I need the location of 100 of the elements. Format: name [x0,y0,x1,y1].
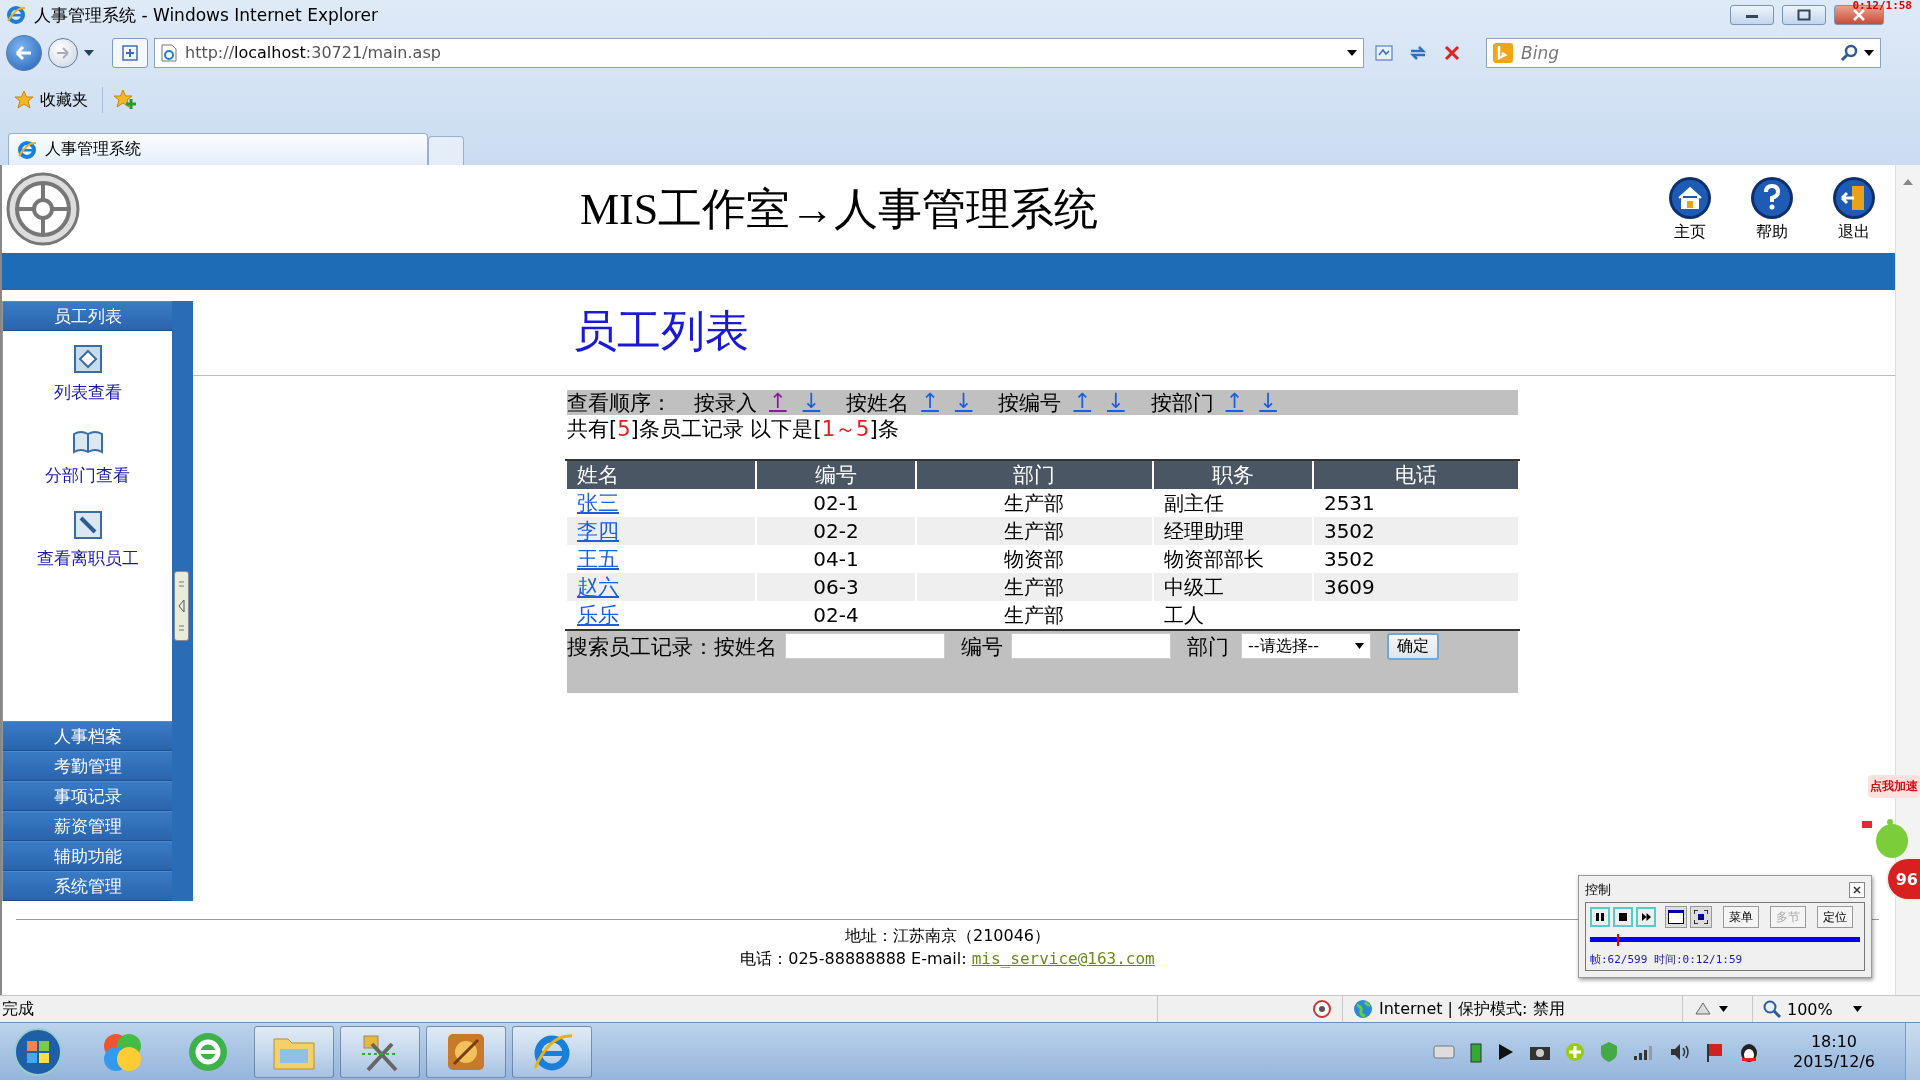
privacy-icon[interactable] [1312,999,1332,1019]
sidebar-section-header[interactable]: 薪资管理 [3,811,172,841]
panel-title: 控制 [1585,881,1611,899]
pencil-icon [71,509,104,541]
help-link[interactable]: 帮助 [1731,175,1813,243]
taskbar-button[interactable] [512,1025,592,1078]
battery-icon[interactable] [1468,1040,1483,1063]
sort-option-label: 按录入 [694,389,757,417]
page-icon [161,43,177,62]
house-icon [1668,175,1712,220]
settings-icon[interactable] [1693,1000,1713,1018]
search-box[interactable]: Bing [1486,37,1881,68]
play-icon[interactable] [1496,1041,1515,1062]
recording-time: 0:12/1:58 [1852,0,1912,12]
sidebar-section-header[interactable]: 考勤管理 [3,751,172,781]
table-cell: 02-1 [813,491,859,515]
contact-text: 电话：025-88888888 E-mail: mis_service@163.com [740,949,1155,970]
sidebar-item[interactable]: 分部门查看 [45,426,130,487]
window-size-button[interactable] [1665,906,1687,928]
dropdown-icon[interactable] [1864,49,1874,56]
minimize-button[interactable] [1730,5,1774,25]
sidebar-section-header[interactable]: 员工列表 [3,301,172,331]
taskbar-button[interactable] [254,1025,334,1078]
dropdown-icon[interactable] [1347,49,1357,56]
exit-link[interactable]: 退出 [1813,175,1895,243]
forward-button[interactable] [48,37,78,68]
sidebar-section-header[interactable]: 人事档案 [3,721,172,751]
fast-forward-button[interactable] [1636,907,1656,927]
clock[interactable]: 18:10 2015/12/6 [1792,1031,1875,1072]
table-cell: 02-2 [813,519,859,543]
pause-icon [1596,913,1604,921]
maximize-button[interactable] [1782,5,1826,25]
search-icon[interactable] [1840,43,1858,62]
window-icon [1668,910,1684,924]
sort-arrow-link[interactable]: ↑ [765,388,791,417]
stop-icon [1444,44,1460,61]
collapse-handle[interactable] [174,571,189,641]
dropdown-icon[interactable] [1719,1006,1728,1012]
plus-icon [122,44,138,61]
email-link[interactable]: mis_service@163.com [971,949,1155,968]
progress-track[interactable] [1590,934,1860,948]
close-button[interactable] [1849,882,1865,898]
sort-arrow-link[interactable]: ↓ [1103,388,1129,417]
sidebar-section-header[interactable]: 系统管理 [3,871,172,901]
speed-badge[interactable]: 96 [1886,857,1920,901]
sidebar-section-header[interactable]: 事项记录 [3,781,172,811]
employee-name-link[interactable]: 王五 [577,547,619,571]
employee-name-link[interactable]: 乐乐 [577,603,619,627]
table-cell: 06-3 [813,575,859,599]
name-input-field[interactable] [785,633,945,659]
sort-arrow-link[interactable]: ↑ [917,388,943,417]
back-button[interactable] [6,34,42,71]
table-cell: 生产部 [1004,490,1065,515]
pause-button[interactable] [1590,907,1610,927]
dropdown-icon[interactable] [84,49,94,56]
favorites-button[interactable]: 收藏夹 [10,87,92,113]
search-field[interactable]: Bing [1519,41,1834,64]
dropdown-icon[interactable] [1852,1006,1862,1012]
address-field[interactable]: http://localhost:30721/main.asp [154,37,1364,68]
list-icon [71,343,104,375]
table-cell: 3609 [1323,575,1375,599]
ad-bubble[interactable]: 点我加速 [1868,775,1920,798]
sort-arrow-link[interactable]: ↑ [1069,388,1096,417]
logo-icon [6,172,80,246]
sort-arrow-link[interactable]: ↑ [1221,388,1248,417]
confirm-button[interactable]: 确定 [1387,633,1439,660]
sort-arrow-link[interactable]: ↓ [950,388,977,417]
zoom-level[interactable]: 100% [1787,999,1833,1019]
taskbar-button[interactable] [340,1025,420,1078]
sidebar-section-header[interactable]: 辅助功能 [3,841,172,871]
add-favorite-icon[interactable] [113,89,137,111]
department-select[interactable]: --请选择-- [1241,633,1371,659]
door-icon [1832,175,1876,220]
sidebar-item[interactable]: 查看离职员工 [36,509,139,570]
table-cell: 物资部部长 [1163,546,1264,571]
employee-name-link[interactable]: 李四 [577,519,619,543]
start-orb-icon [13,1026,63,1077]
fullscreen-button[interactable] [1690,906,1712,928]
new-page-button[interactable] [112,37,148,68]
progress-marker[interactable] [1617,934,1619,946]
scroll-up-icon[interactable] [1903,179,1913,185]
column-header: 部门 [916,461,1152,489]
home-link[interactable]: 主页 [1649,175,1731,243]
toolbar-button[interactable]: 菜单 [1723,906,1759,928]
sidebar-item[interactable]: 列表查看 [53,343,122,404]
record-count-text: 共有[5]条员工记录 以下是[1～5]条 [567,416,899,443]
employee-name-link[interactable]: 张三 [577,491,619,515]
employee-name-link[interactable]: 赵六 [577,575,619,599]
taskbar-button[interactable] [426,1025,506,1078]
toolbar-button[interactable]: 定位 [1817,906,1853,928]
sort-option-label: 按姓名 [846,389,910,417]
id-input-field[interactable] [1011,633,1171,659]
sort-arrow-link[interactable]: ↓ [798,388,825,417]
help-icon [1750,175,1794,220]
bing-logo-icon [1493,42,1513,63]
site-title: MIS工作室→人事管理系统 [580,183,1099,236]
sort-arrow-link[interactable]: ↓ [1255,388,1281,417]
stop-button[interactable] [1613,907,1633,927]
fast-forward-icon [1641,913,1651,921]
browser-tab[interactable]: 人事管理系统 [8,133,428,165]
